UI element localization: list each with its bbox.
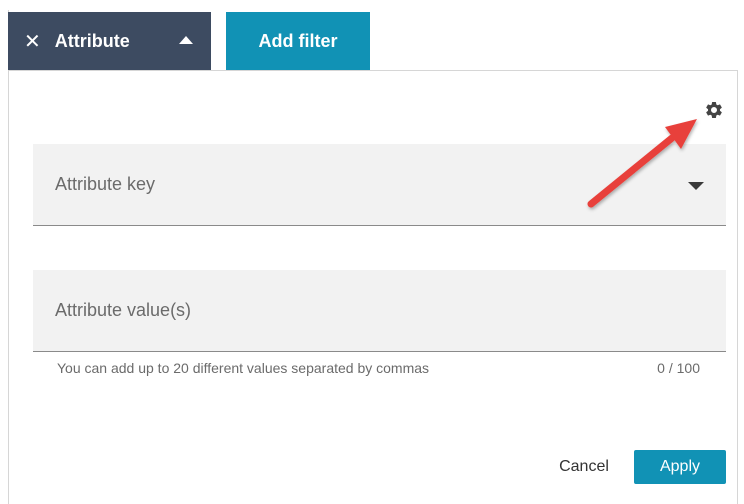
attribute-value-input[interactable]: Attribute value(s) xyxy=(33,270,726,352)
attribute-key-select[interactable]: Attribute key xyxy=(33,144,726,226)
attribute-value-hint: You can add up to 20 different values se… xyxy=(57,360,430,376)
character-counter: 0 / 100 xyxy=(657,360,700,376)
cancel-button[interactable]: Cancel xyxy=(548,452,620,482)
attribute-filter-chip[interactable]: ✕ Attribute xyxy=(8,12,211,70)
close-icon[interactable]: ✕ xyxy=(24,31,41,51)
attribute-chip-label: Attribute xyxy=(54,30,130,51)
gear-icon[interactable] xyxy=(704,100,724,120)
attribute-value-placeholder: Attribute value(s) xyxy=(55,300,192,320)
add-filter-button[interactable]: Add filter xyxy=(226,12,370,70)
panel-top-border xyxy=(370,70,738,71)
caret-up-icon[interactable] xyxy=(179,36,193,44)
apply-button[interactable]: Apply xyxy=(634,450,726,484)
attribute-key-placeholder: Attribute key xyxy=(55,174,156,194)
caret-down-icon[interactable] xyxy=(688,182,704,190)
filter-editor: ✕ Attribute Add filter Attribute key Att… xyxy=(0,0,744,504)
